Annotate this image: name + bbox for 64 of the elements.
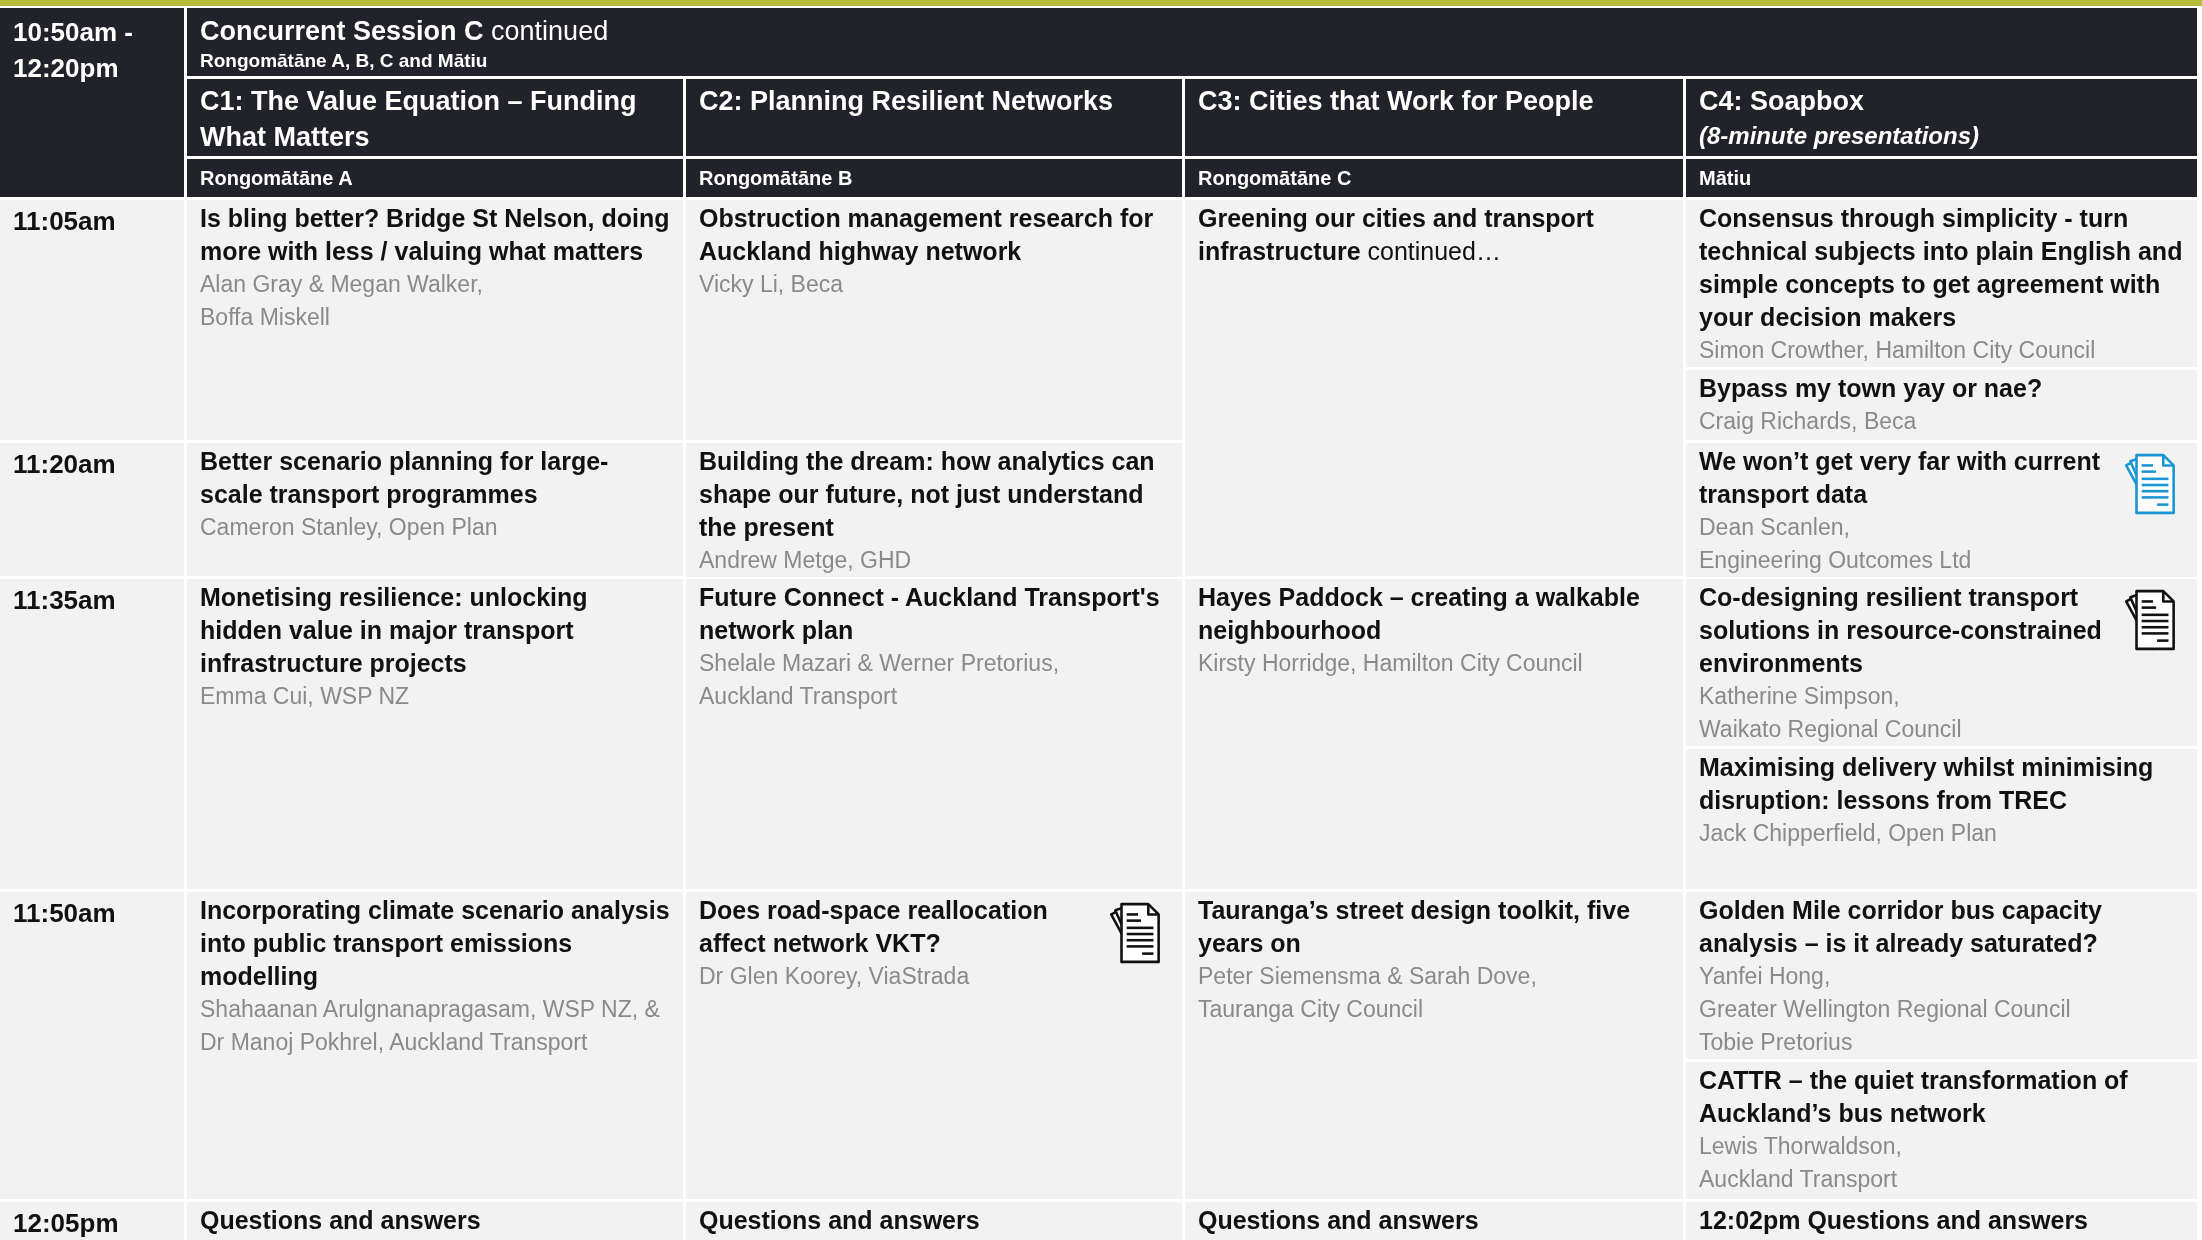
talk-title: Consensus through simplicity - turn technical subjects into plain English and simple concepts to get agreement with your decision makers	[1699, 203, 2184, 333]
room-name: Rongomātāne B	[699, 166, 853, 191]
talk-title: Golden Mile corridor bus capacity analysis – is it already saturated?	[1699, 895, 2103, 959]
talk-title: Obstruction management research for Auckland highway network	[699, 203, 1155, 267]
talk-title: Building the dream: how analytics can shape our future, not just understand the present	[699, 446, 1156, 543]
track-title: C2: Planning Resilient Networks	[699, 85, 1115, 118]
time-label: 11:50am	[13, 897, 117, 930]
speaker-name: Yanfei Hong,	[1699, 962, 1832, 991]
speaker-name: Lewis Thorwaldson,	[1699, 1132, 1903, 1161]
speaker-name: Boffa Miskell	[200, 303, 331, 332]
speaker-name: Cameron Stanley, Open Plan	[200, 513, 499, 542]
session-room: Rongomātāne A, B, C and Mātiu	[200, 49, 489, 73]
time-range: 10:50am - 12:20pm	[13, 16, 134, 85]
speaker-name: Jack Chipperfield, Open Plan	[1699, 819, 1998, 848]
track-title: C4: Soapbox	[1699, 85, 1866, 118]
speaker-name: Dr Glen Koorey, ViaStrada	[699, 962, 971, 991]
session-title: Concurrent Session C continued	[200, 15, 610, 48]
talk-title: Incorporating climate scenario analysis into public transport emissions modelling	[200, 895, 670, 992]
talk-title: Questions and answers	[1198, 1205, 1480, 1236]
room-name: Rongomātāne A	[200, 166, 353, 191]
track-title: C3: Cities that Work for People	[1198, 85, 1595, 118]
speaker-name: Alan Gray & Megan Walker,	[200, 270, 484, 299]
room-name: Rongomātāne C	[1198, 166, 1352, 191]
talk-title: Questions and answers	[699, 1205, 981, 1236]
talk-title: Bypass my town yay or nae?	[1699, 373, 2044, 404]
speaker-name: Tauranga City Council	[1198, 995, 1424, 1024]
talk-title: Future Connect - Auckland Transport's network plan	[699, 582, 1161, 646]
speaker-name: Greater Wellington Regional Council	[1699, 995, 2072, 1024]
speaker-name: Peter Siemensma & Sarah Dove,	[1198, 962, 1538, 991]
time-label: 11:35am	[13, 584, 117, 617]
speaker-name: Andrew Metge, GHD	[699, 546, 913, 575]
track-subtitle: (8-minute presentations)	[1699, 121, 1981, 151]
speaker-name: Craig Richards, Beca	[1699, 407, 1918, 436]
talk-title: Monetising resilience: unlocking hidden value in major transport infrastructure projects	[200, 582, 589, 679]
speaker-name: Waikato Regional Council	[1699, 715, 1963, 744]
speaker-name: Shelale Mazari & Werner Pretorius,	[699, 649, 1061, 678]
talk-title: Greening our cities and transport infrastructure continued…	[1198, 203, 1595, 267]
talk-title: Questions and answers	[200, 1205, 482, 1236]
talk-title: Co-designing resilient transport solutions in resource-constrained environments	[1699, 582, 2103, 679]
speaker-name: Tobie Pretorius	[1699, 1028, 1854, 1057]
talk-title: Does road-space reallocation affect network VKT?	[699, 895, 1049, 959]
speaker-name: Vicky Li, Beca	[699, 270, 845, 299]
talk-title: Hayes Paddock – creating a walkable neighbourhood	[1198, 582, 1641, 646]
talk-title: CATTR – the quiet transformation of Auckland’s bus network	[1699, 1065, 2129, 1129]
talk-title: Maximising delivery whilst minimising disruption: lessons from TREC	[1699, 752, 2155, 816]
speaker-name: Emma Cui, WSP NZ	[200, 682, 411, 711]
speaker-name: Engineering Outcomes Ltd	[1699, 546, 1973, 575]
talk-title: 12:02pm Questions and answers	[1699, 1205, 2090, 1236]
talk-title: We won’t get very far with current transport data	[1699, 446, 2101, 510]
speaker-name: Kirsty Horridge, Hamilton City Council	[1198, 649, 1584, 678]
track-title: C1: The Value Equation – Funding What Matters	[200, 85, 638, 154]
talk-title: Is bling better? Bridge St Nelson, doing more with less / valuing what matters	[200, 203, 670, 267]
time-label: 12:05pm	[13, 1207, 120, 1240]
speaker-name: Auckland Transport	[1699, 1165, 1899, 1194]
speaker-name: Shahaanan Arulgnanapragasam, WSP NZ, & Dr Manoj Pokhrel, Auckland Transport	[200, 995, 661, 1057]
room-name: Mātiu	[1699, 166, 1752, 191]
talk-title: Tauranga’s street design toolkit, five years on	[1198, 895, 1632, 959]
speaker-name: Dean Scanlen,	[1699, 513, 1851, 542]
time-label: 11:05am	[13, 205, 117, 238]
speaker-name: Katherine Simpson,	[1699, 682, 1901, 711]
talk-title: Better scenario planning for large-scale transport programmes	[200, 446, 610, 510]
speaker-name: Auckland Transport	[699, 682, 899, 711]
speaker-name: Simon Crowther, Hamilton City Council	[1699, 336, 2097, 365]
time-label: 11:20am	[13, 448, 117, 481]
